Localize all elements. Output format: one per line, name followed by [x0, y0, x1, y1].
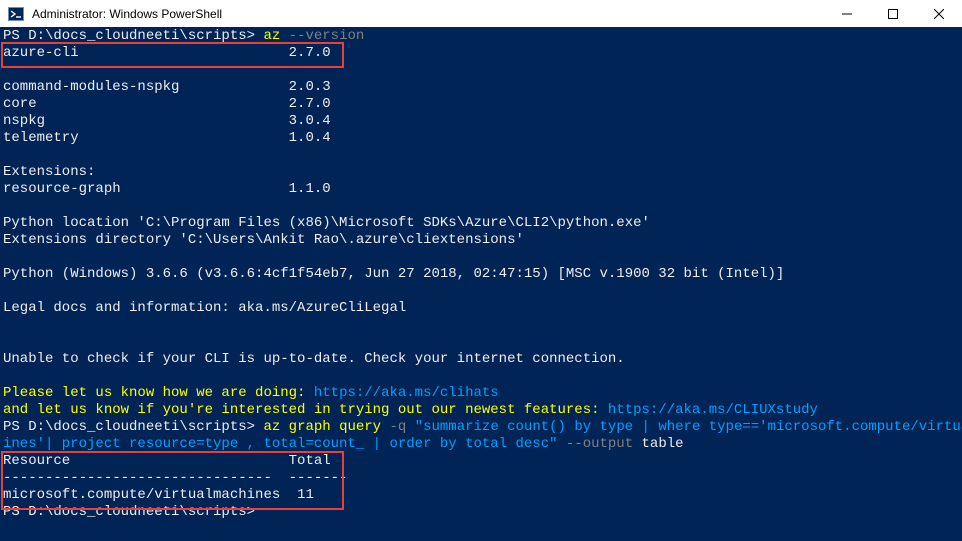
- parameter-value: table: [641, 436, 684, 452]
- minimize-icon: [842, 13, 852, 14]
- result-highlight-box: [1, 451, 344, 510]
- console-area[interactable]: PS D:\docs_cloudneeti\scripts> az --vers…: [0, 27, 962, 541]
- console-line: Python location 'C:\Program Files (x86)\…: [3, 215, 650, 231]
- command-args: graph query: [280, 419, 390, 435]
- version-highlight-box: [1, 42, 344, 68]
- console-line: Extensions directory 'C:\Users\Ankit Rao…: [3, 232, 524, 248]
- console-line: and let us know if you're interested in …: [3, 402, 818, 419]
- query-string: "summarize count() by type | where type=…: [414, 419, 962, 435]
- parameter-text: --output: [557, 436, 642, 452]
- feedback-link[interactable]: https://aka.ms/clihats: [314, 385, 499, 401]
- console-line: Python (Windows) 3.6.6 (v3.6.6:4cf1f54eb…: [3, 266, 785, 282]
- prompt: PS D:\docs_cloudneeti\scripts>: [3, 419, 264, 435]
- study-link[interactable]: https://aka.ms/CLIUXstudy: [608, 402, 818, 418]
- console-line: Extensions:: [3, 164, 96, 180]
- console-line: command-modules-nspkg 2.0.3: [3, 79, 331, 95]
- console-line: resource-graph 1.1.0: [3, 181, 331, 197]
- console-line: nspkg 3.0.4: [3, 113, 331, 129]
- feedback-text: Please let us know how we are doing:: [3, 385, 314, 401]
- command-text: az: [263, 419, 281, 435]
- title-bar[interactable]: Administrator: Windows PowerShell: [0, 0, 962, 28]
- console-line: core 2.7.0: [3, 96, 331, 112]
- console-line: PS D:\docs_cloudneeti\scripts> az graph …: [3, 419, 962, 436]
- close-icon: [934, 8, 944, 19]
- console-line: Unable to check if your CLI is up-to-dat…: [3, 351, 625, 367]
- console-line: telemetry 1.0.4: [3, 130, 331, 146]
- close-button[interactable]: [916, 0, 962, 27]
- query-string: ines'| project resource=type , total=cou…: [3, 436, 558, 452]
- powershell-icon: [8, 6, 24, 21]
- minimize-button[interactable]: [824, 0, 870, 27]
- parameter-text: -q: [389, 419, 415, 435]
- feedback-text: and let us know if you're interested in …: [3, 402, 608, 418]
- maximize-button[interactable]: [870, 0, 916, 27]
- console-line: Please let us know how we are doing: htt…: [3, 385, 499, 402]
- console-line: Legal docs and information: aka.ms/Azure…: [3, 300, 407, 316]
- window-title: Administrator: Windows PowerShell: [32, 6, 223, 21]
- maximize-icon: [888, 8, 898, 19]
